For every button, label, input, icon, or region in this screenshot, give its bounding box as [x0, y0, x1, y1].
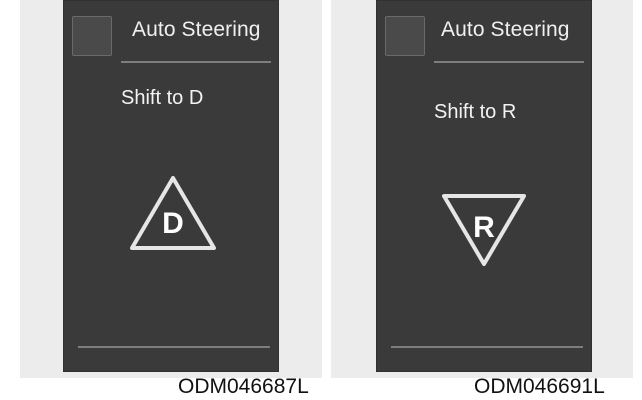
auto-steering-label: Auto Steering: [441, 18, 570, 41]
triangle-down-warning-icon: R: [442, 194, 526, 266]
auto-steering-checkbox[interactable]: [385, 16, 425, 56]
left-figure-caption: ODM046687L: [178, 375, 309, 398]
gear-letter-r: R: [473, 211, 495, 244]
auto-steering-checkbox[interactable]: [72, 16, 112, 56]
triangle-up-warning-icon: D: [130, 176, 216, 250]
header-divider: [121, 61, 271, 63]
shift-message: Shift to R: [434, 101, 517, 123]
footer-divider: [391, 346, 583, 348]
right-figure-caption: ODM046691L: [474, 375, 605, 398]
left-display-screen: Auto Steering Shift to D D: [63, 0, 279, 372]
shift-message: Shift to D: [121, 87, 204, 109]
gear-letter-d: D: [162, 207, 184, 240]
auto-steering-label: Auto Steering: [132, 18, 261, 41]
right-display-screen: Auto Steering Shift to R R: [376, 0, 592, 372]
footer-divider: [78, 346, 270, 348]
header-divider: [434, 61, 584, 63]
